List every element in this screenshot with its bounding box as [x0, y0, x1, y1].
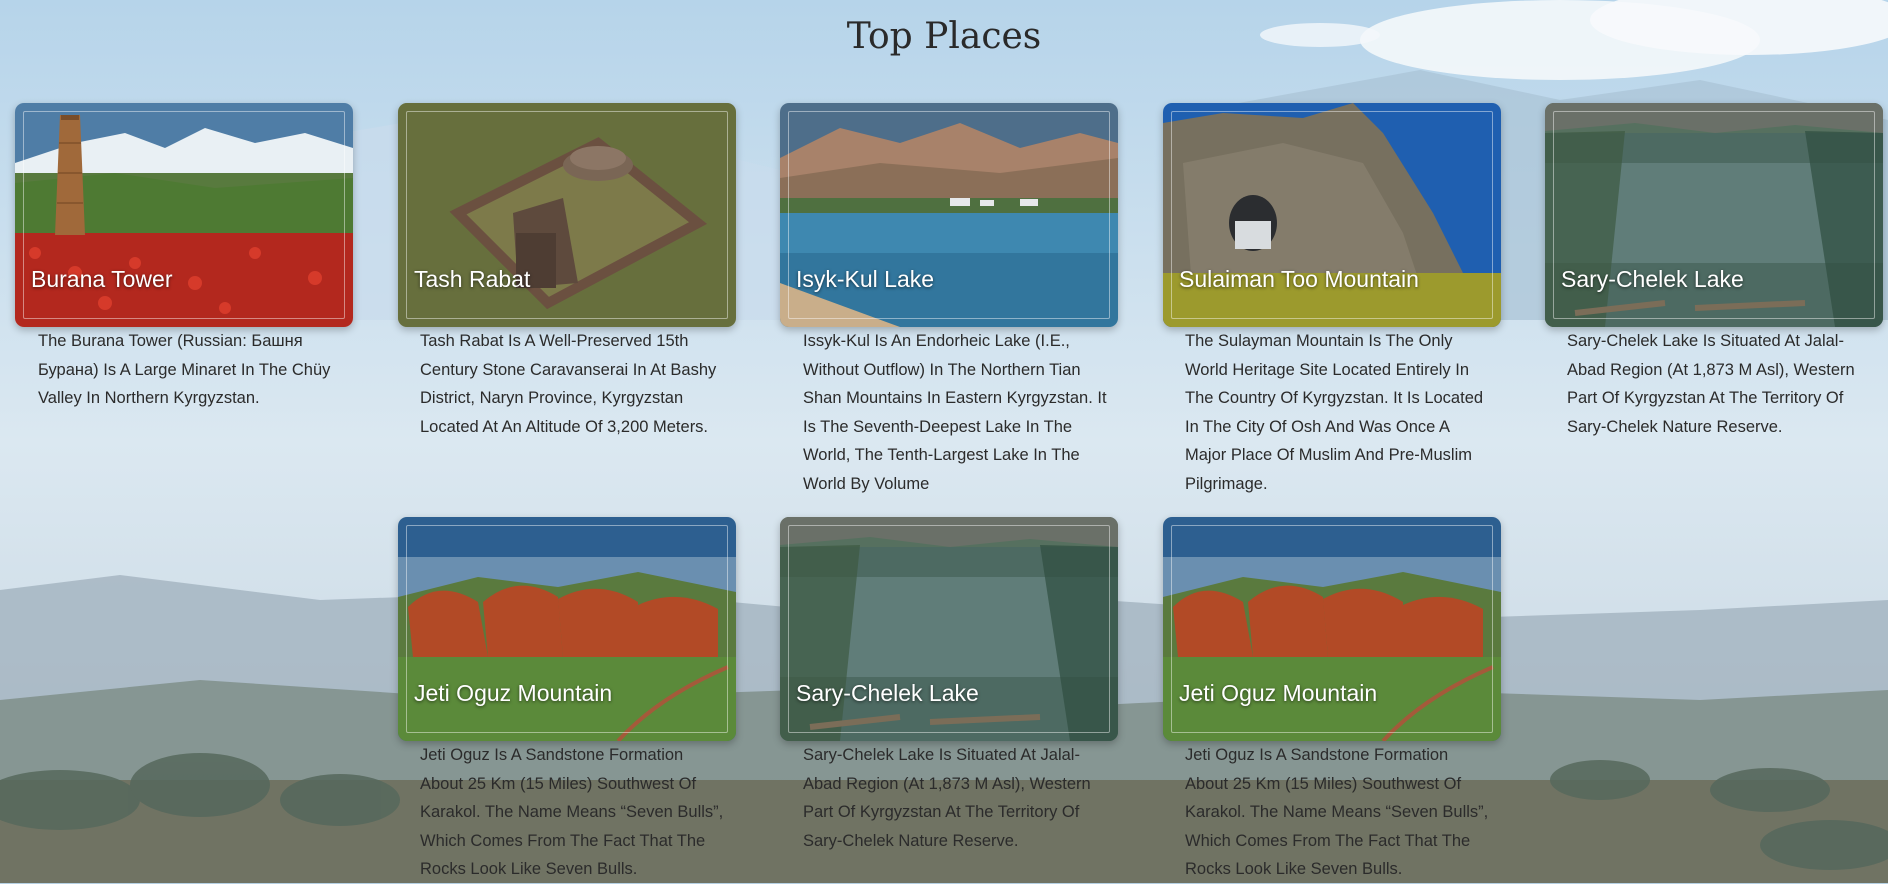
place-description: Jeti Oguz Is A Sandstone Formation About… — [1185, 746, 1489, 879]
place-title: Burana Tower — [31, 266, 173, 292]
place-title: Jeti Oguz Mountain — [1179, 680, 1378, 706]
place-card-jeti-oguz-mountain[interactable]: Jeti Oguz Mountain — [1163, 517, 1501, 741]
page-title: Top Places — [846, 16, 1042, 57]
place-description: Sary-Chelek Lake Is Situated At Jalal-Ab… — [803, 746, 1091, 850]
place-card-isyk-kul-lake[interactable]: Isyk-Kul Lake — [780, 103, 1118, 327]
isyk-kul-lake-image — [780, 103, 1118, 327]
place-description: Issyk-Kul Is An Endorheic Lake (I.E., Wi… — [803, 332, 1107, 493]
sary-chelek-lake-image — [780, 517, 1118, 741]
place-card-sary-chelek-lake[interactable]: Sary-Chelek Lake — [780, 517, 1118, 741]
jeti-oguz-mountain-image — [1163, 517, 1501, 741]
place-card-tash-rabat[interactable]: Tash Rabat — [398, 103, 736, 327]
place-card-sulaiman-too-mountain[interactable]: Sulaiman Too Mountain — [1163, 103, 1501, 327]
place-description: The Burana Tower (Russian: Башня Бурана)… — [38, 332, 331, 408]
place-card-burana-tower[interactable]: Burana Tower — [15, 103, 353, 327]
place-card-jeti-oguz-mountain[interactable]: Jeti Oguz Mountain — [398, 517, 736, 741]
sulaiman-too-mountain-image — [1163, 103, 1501, 327]
place-description: Tash Rabat Is A Well-Preserved 15th Cent… — [420, 332, 717, 436]
place-title: Sulaiman Too Mountain — [1179, 266, 1419, 292]
sary-chelek-lake-image — [1545, 103, 1883, 327]
place-title: Sary-Chelek Lake — [1561, 266, 1744, 292]
place-title: Isyk-Kul Lake — [796, 266, 935, 292]
burana-tower-image — [15, 103, 353, 327]
place-title: Jeti Oguz Mountain — [414, 680, 613, 706]
place-card-sary-chelek-lake[interactable]: Sary-Chelek Lake — [1545, 103, 1883, 327]
jeti-oguz-mountain-image — [398, 517, 736, 741]
place-title: Tash Rabat — [414, 266, 531, 292]
place-title: Sary-Chelek Lake — [796, 680, 979, 706]
tash-rabat-image — [398, 103, 736, 327]
place-description: Jeti Oguz Is A Sandstone Formation About… — [420, 746, 724, 879]
place-description: The Sulayman Mountain Is The Only World … — [1185, 332, 1484, 493]
place-description: Sary-Chelek Lake Is Situated At Jalal-Ab… — [1567, 332, 1855, 436]
